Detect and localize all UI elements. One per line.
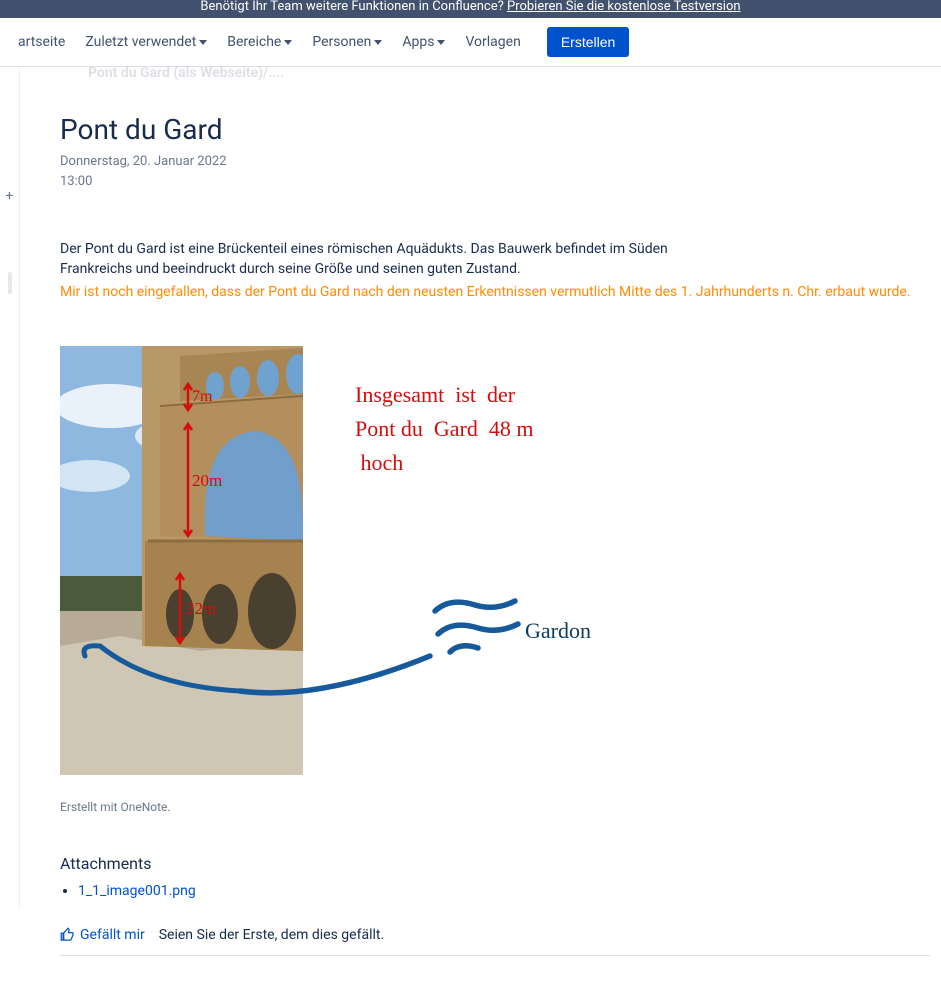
attachments-header: Attachments <box>60 854 930 873</box>
like-button[interactable]: Gefällt mir <box>60 927 145 943</box>
promo-banner: Benötigt Ihr Team weitere Funktionen in … <box>0 0 941 18</box>
nav-vorlagen[interactable]: Vorlagen <box>457 28 528 56</box>
nav-bereiche[interactable]: Bereiche <box>219 28 300 56</box>
nav-zuletzt-verwendet[interactable]: Zuletzt verwendet <box>77 28 215 56</box>
handwritten-note-blue: Gardon <box>525 618 591 644</box>
create-button[interactable]: Erstellen <box>547 27 629 57</box>
like-status: Seien Sie der Erste, dem dies gefällt. <box>159 927 384 943</box>
nav-apps[interactable]: Apps <box>394 28 453 56</box>
breadcrumb[interactable]: Pont du Gard (als Webseite)/.... <box>60 65 930 81</box>
chevron-down-icon <box>374 40 382 45</box>
attachment-item: 1_1_image001.png <box>78 883 930 899</box>
image-caption: Erstellt mit OneNote. <box>60 800 930 814</box>
label-7m: 7m <box>192 388 213 405</box>
nav-startseite[interactable]: artseite <box>10 28 73 56</box>
label-22m: 22m <box>186 599 216 618</box>
page-time: 13:00 <box>60 172 930 192</box>
aqueduct-photo: 7m 20m 22m <box>60 346 303 775</box>
like-section: Gefällt mir Seien Sie der Erste, dem die… <box>60 927 930 956</box>
like-label: Gefällt mir <box>80 927 145 943</box>
handwritten-note-red: Insgesamt ist der Pont du Gard 48 m hoch <box>355 378 533 480</box>
top-nav: artseite Zuletzt verwendet Bereiche Pers… <box>0 18 941 67</box>
sidebar-handle[interactable] <box>8 272 12 294</box>
chevron-down-icon <box>199 40 207 45</box>
add-icon[interactable]: + <box>0 188 19 204</box>
page-title: Pont du Gard <box>60 113 930 146</box>
page-date: Donnerstag, 20. Januar 2022 <box>60 152 930 172</box>
sidebar: + <box>0 68 20 908</box>
attachment-link[interactable]: 1_1_image001.png <box>78 883 196 899</box>
body-paragraph-1: Der Pont du Gard ist eine Brückenteil ei… <box>60 239 930 259</box>
attachments-list: 1_1_image001.png <box>78 883 930 899</box>
highlight-note: Mir ist noch eingefallen, dass der Pont … <box>60 282 930 302</box>
chevron-down-icon <box>437 40 445 45</box>
page-content: Pont du Gard (als Webseite)/.... Pont du… <box>60 65 930 996</box>
promo-link[interactable]: Probieren Sie die kostenlose Testversion <box>507 0 741 14</box>
thumbs-up-icon <box>60 927 75 942</box>
promo-text: Benötigt Ihr Team weitere Funktionen in … <box>200 0 507 14</box>
chevron-down-icon <box>284 40 292 45</box>
label-20m: 20m <box>192 471 222 490</box>
body-paragraph-2: Frankreichs und beeindruckt durch seine … <box>60 259 930 279</box>
nav-personen[interactable]: Personen <box>304 28 390 56</box>
image-annotated: 7m 20m 22m Insgesamt ist der Pont du Gar… <box>60 346 700 776</box>
